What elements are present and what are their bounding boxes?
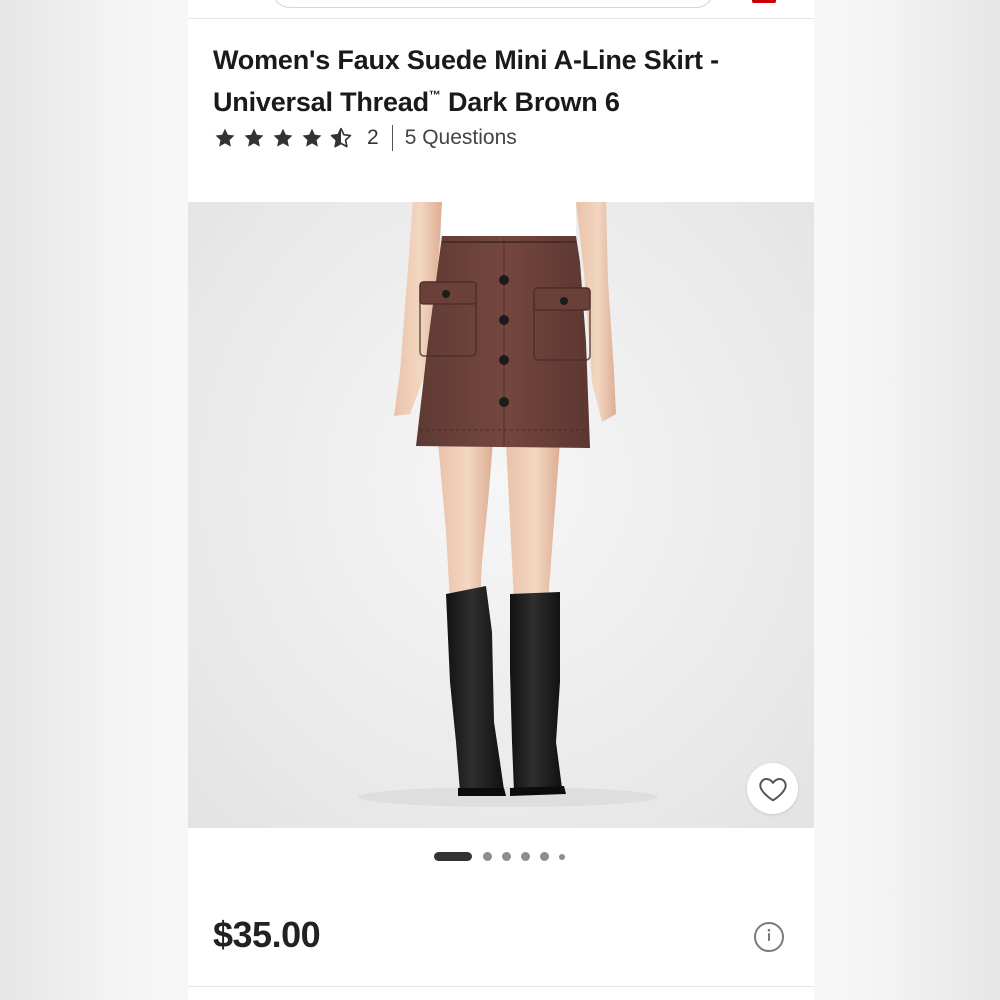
carousel-dot[interactable] bbox=[559, 853, 565, 860]
heart-icon bbox=[757, 773, 789, 805]
divider bbox=[391, 125, 393, 151]
divider bbox=[188, 986, 814, 987]
carousel-dot[interactable] bbox=[483, 852, 492, 861]
trademark-symbol: ™ bbox=[428, 88, 441, 102]
favorite-button[interactable] bbox=[747, 763, 798, 814]
carousel-dot[interactable] bbox=[521, 852, 530, 861]
top-bar bbox=[188, 0, 814, 19]
carousel-dot-active[interactable] bbox=[434, 852, 472, 861]
questions-link[interactable]: 5 Questions bbox=[405, 126, 517, 150]
carousel-dot[interactable] bbox=[502, 852, 511, 861]
cart-icon[interactable] bbox=[752, 0, 776, 3]
price-info-button[interactable] bbox=[754, 922, 784, 952]
image-carousel-dots[interactable] bbox=[434, 852, 575, 861]
star-icon bbox=[301, 127, 323, 149]
review-count[interactable]: 2 bbox=[367, 126, 379, 150]
product-photo bbox=[358, 202, 658, 807]
product-title-end: Dark Brown 6 bbox=[440, 87, 620, 117]
product-price: $35.00 bbox=[213, 914, 321, 955]
star-icon bbox=[272, 127, 294, 149]
product-image[interactable] bbox=[188, 202, 814, 828]
search-input[interactable] bbox=[272, 0, 714, 8]
carousel-dot[interactable] bbox=[540, 852, 549, 861]
star-icon bbox=[243, 127, 265, 149]
star-half-icon bbox=[330, 127, 352, 149]
product-page: Women's Faux Suede Mini A-Line Skirt - U… bbox=[188, 0, 814, 1000]
product-title: Women's Faux Suede Mini A-Line Skirt - U… bbox=[213, 43, 793, 120]
rating-row[interactable]: 2 5 Questions bbox=[214, 124, 517, 152]
star-icon bbox=[214, 127, 236, 149]
info-icon bbox=[760, 926, 778, 949]
star-rating[interactable] bbox=[214, 127, 359, 149]
